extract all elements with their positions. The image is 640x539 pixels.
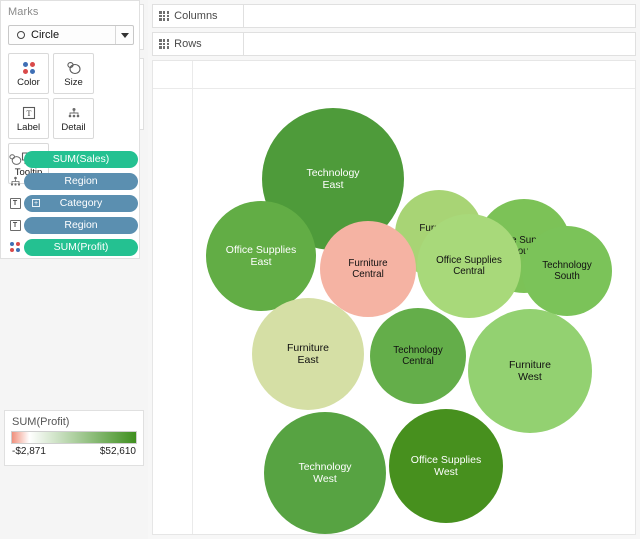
legend-gradient-bar: [11, 431, 137, 444]
rows-shelf-dropzone[interactable]: [244, 32, 636, 56]
marks-pill-row[interactable]: T + Category: [6, 193, 138, 213]
mark-type-value: Circle: [31, 29, 60, 41]
expand-icon[interactable]: +: [32, 199, 40, 207]
tableau-worksheet: Pages Filters Marks Circle: [0, 0, 640, 539]
label-icon: T: [6, 195, 24, 211]
color-legend[interactable]: SUM(Profit) -$2,871 $52,610: [4, 410, 144, 466]
bubble-furniture-east[interactable]: Furniture East: [252, 298, 364, 410]
marks-pill-list: SUM(Sales) Region T + Category T Region …: [6, 149, 138, 259]
mark-type-dropdown[interactable]: Circle: [8, 25, 134, 45]
rows-shelf[interactable]: Rows: [152, 32, 636, 56]
circle-icon: [17, 31, 25, 39]
marks-card: Marks Circle Color Size T Label Detail T…: [0, 0, 148, 259]
label-icon: T: [22, 105, 36, 121]
marks-color-button[interactable]: Color: [8, 53, 49, 94]
bubble-furniture-central[interactable]: Furniture Central: [320, 221, 416, 317]
detail-icon: [66, 105, 82, 121]
pill-label: Region: [64, 219, 98, 231]
pill-label: Region: [64, 175, 98, 187]
marks-size-label: Size: [64, 76, 83, 88]
bubble-furniture-west[interactable]: Furniture West: [468, 309, 592, 433]
marks-label-label: Label: [16, 121, 41, 133]
columns-shelf-dropzone[interactable]: [244, 4, 636, 28]
marks-pill-row[interactable]: SUM(Sales): [6, 149, 138, 169]
columns-shelf-name: Columns: [152, 4, 244, 28]
size-icon: [6, 151, 24, 167]
pill-region-detail[interactable]: Region: [24, 172, 138, 190]
marks-pill-row[interactable]: SUM(Profit): [6, 237, 138, 257]
bubble-technology-south[interactable]: Technology South: [522, 226, 612, 316]
chart-horizontal-divider: [153, 88, 635, 89]
marks-pill-row[interactable]: Region: [6, 171, 138, 191]
pill-region-label[interactable]: Region: [24, 216, 138, 234]
grid-icon: [159, 38, 170, 50]
pill-label: SUM(Sales): [52, 153, 110, 165]
legend-min-value: -$2,871: [12, 446, 46, 457]
pill-sum-profit[interactable]: SUM(Profit): [24, 238, 138, 256]
legend-values: -$2,871 $52,610: [12, 446, 136, 457]
size-icon: [66, 60, 82, 76]
grid-icon: [159, 10, 170, 22]
pill-label: Category: [59, 197, 103, 209]
marks-card-title: Marks: [8, 6, 39, 18]
bubble-technology-central[interactable]: Technology Central: [370, 308, 466, 404]
pill-category-label[interactable]: + Category: [24, 194, 138, 212]
columns-shelf-label: Columns: [174, 10, 218, 22]
bubble-office-supplies-east[interactable]: Office Supplies East: [206, 201, 316, 311]
marks-card-box: Marks Circle Color Size T Label Detail T…: [0, 0, 140, 259]
bubble-technology-west[interactable]: Technology West: [264, 412, 386, 534]
color-icon: [22, 60, 35, 76]
marks-size-button[interactable]: Size: [53, 53, 94, 94]
marks-pill-row[interactable]: T Region: [6, 215, 138, 235]
chevron-down-icon[interactable]: [115, 26, 133, 44]
bubble-chart-view[interactable]: Technology EastFurniture SouthOffice Sup…: [152, 60, 636, 535]
pill-label: SUM(Profit): [53, 241, 109, 253]
marks-color-label: Color: [17, 76, 40, 88]
bubble-office-supplies-west[interactable]: Office Supplies West: [389, 409, 503, 523]
columns-shelf[interactable]: Columns: [152, 4, 636, 28]
left-panel: Pages Filters Marks Circle: [0, 0, 148, 539]
bubble-office-supplies-central[interactable]: Office Supplies Central: [417, 214, 521, 318]
pill-sum-sales[interactable]: SUM(Sales): [24, 150, 138, 168]
legend-title: SUM(Profit): [12, 416, 70, 428]
marks-label-button[interactable]: T Label: [8, 98, 49, 139]
marks-detail-label: Detail: [61, 121, 86, 133]
chart-vertical-divider: [192, 61, 193, 534]
rows-shelf-name: Rows: [152, 32, 244, 56]
legend-max-value: $52,610: [99, 446, 136, 457]
rows-shelf-label: Rows: [174, 38, 202, 50]
svg-text:T: T: [26, 109, 31, 118]
label-icon: T: [6, 217, 24, 233]
marks-detail-button[interactable]: Detail: [53, 98, 94, 139]
detail-icon: [6, 173, 24, 189]
color-icon: [6, 239, 24, 255]
